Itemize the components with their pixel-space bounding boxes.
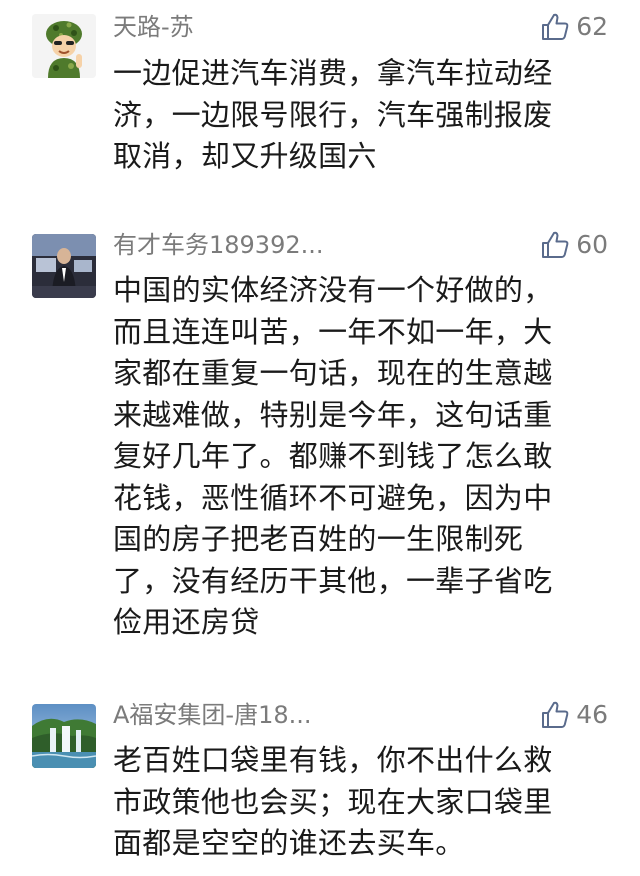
- photo-avatar-icon[interactable]: [32, 234, 96, 298]
- like-count: 46: [576, 700, 608, 729]
- thumbs-up-icon: [540, 12, 570, 42]
- commenter-name[interactable]: A福安集团-唐18...: [113, 700, 312, 730]
- commenter-name[interactable]: 天路-苏: [113, 12, 194, 42]
- waterfall-avatar-icon[interactable]: [32, 704, 96, 768]
- comment-item: 天路-苏 62 一边促进汽车消费，拿汽车拉动经 济，一边限号限行，汽车强制报废 …: [0, 0, 640, 210]
- comment-text: 一边促进汽车消费，拿汽车拉动经 济，一边限号限行，汽车强制报废 取消，却又升级国…: [113, 56, 553, 173]
- comment-item: 有才车务189392... 60 中国的实体经济没有一个好做的， 而且连连叫苦，…: [0, 210, 640, 680]
- comment-text: 中国的实体经济没有一个好做的， 而且连连叫苦，一年不如一年，大 家都在重复一句话…: [113, 273, 553, 639]
- like-count: 62: [576, 12, 608, 41]
- like-button[interactable]: 46: [540, 700, 608, 730]
- commenter-name[interactable]: 有才车务189392...: [113, 230, 324, 260]
- thumbs-up-icon: [540, 230, 570, 260]
- comment-item: A福安集团-唐18... 46 老百姓口袋里有钱，你不出什么救 市政策他也会买；…: [0, 680, 640, 876]
- soldier-avatar-icon[interactable]: [32, 14, 96, 78]
- comment-text: 老百姓口袋里有钱，你不出什么救 市政策他也会买；现在大家口袋里 面都是空空的谁还…: [113, 743, 553, 860]
- like-button[interactable]: 60: [540, 230, 608, 260]
- thumbs-up-icon: [540, 700, 570, 730]
- like-button[interactable]: 62: [540, 12, 608, 42]
- like-count: 60: [576, 230, 608, 259]
